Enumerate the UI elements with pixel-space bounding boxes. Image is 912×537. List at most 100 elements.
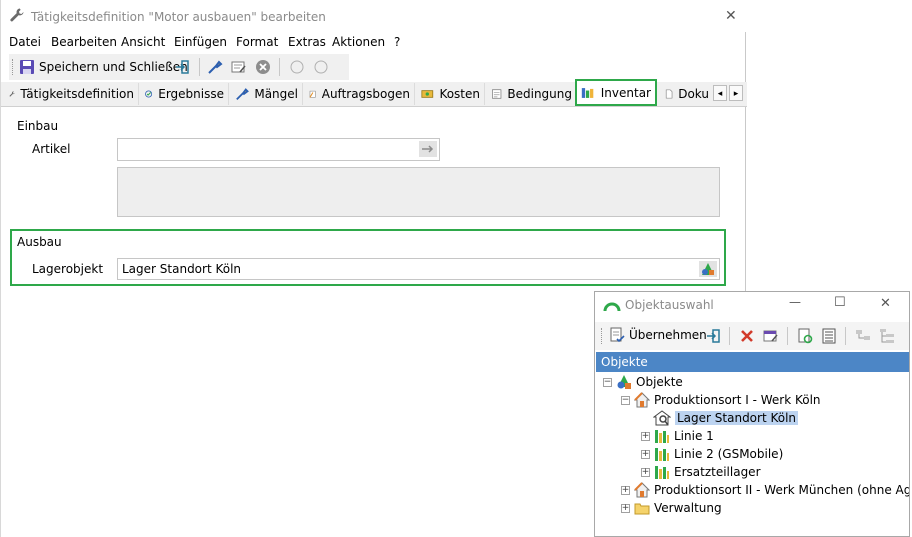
toolbar-separator <box>845 327 846 345</box>
tree-item-produktionsort-muenchen[interactable]: + Produktionsort II - Werk München (ohne… <box>621 481 909 499</box>
tab-doku[interactable]: Doku <box>661 83 713 105</box>
close-button[interactable]: ✕ <box>725 8 737 24</box>
tab-auftragsbogen[interactable]: Auftragsbogen <box>305 83 415 105</box>
tab-kosten[interactable]: Kosten <box>417 83 485 105</box>
toolbar-separator <box>279 58 280 76</box>
tab-maengel[interactable]: Mängel <box>231 83 303 105</box>
tab-scroll-right[interactable]: ▸ <box>729 85 743 101</box>
object-lookup-icon[interactable] <box>699 261 717 277</box>
delete-icon[interactable] <box>739 328 755 344</box>
toolbar-grip <box>601 328 602 344</box>
condition-icon <box>492 89 502 99</box>
circle-icon[interactable] <box>289 59 305 75</box>
tab-label: Mängel <box>254 87 298 101</box>
artikel-input[interactable] <box>117 138 440 161</box>
tools-icon[interactable] <box>207 59 223 75</box>
tab-label: Inventar <box>600 85 651 100</box>
folder-icon <box>634 503 650 515</box>
accept-document-icon <box>610 327 625 343</box>
tree-item-label: Produktionsort II - Werk München (ohne A… <box>654 483 909 497</box>
menu-ansicht[interactable]: Ansicht <box>121 35 165 49</box>
uebernehmen-label: Übernehmen <box>629 328 707 342</box>
collapse-toggle[interactable]: − <box>621 395 630 405</box>
expand-toggle[interactable]: + <box>621 485 630 495</box>
warehouse-location-icon <box>653 410 671 426</box>
exit-icon[interactable] <box>174 59 190 75</box>
lagerobjekt-input[interactable]: Lager Standort Köln <box>117 258 720 280</box>
objekte-header: Objekte <box>596 352 909 372</box>
menu-bar: Datei Bearbeiten Ansicht Einfügen Format… <box>1 33 747 53</box>
artikel-details-box <box>117 167 720 217</box>
artikel-label: Artikel <box>32 142 71 156</box>
production-line-icon <box>655 430 669 443</box>
tab-label: Auftragsbogen <box>321 87 410 101</box>
tab-label: Kosten <box>439 87 480 101</box>
expand-toggle[interactable]: + <box>641 449 650 459</box>
menu-help[interactable]: ? <box>394 35 400 49</box>
maximize-button[interactable]: ☐ <box>834 295 846 310</box>
tab-taetigkeitsdefinition[interactable]: Tätigkeitsdefinition <box>5 83 139 105</box>
tree-item-ersatzteillager[interactable]: + Ersatzteillager <box>641 463 761 481</box>
object-tree: − Objekte − Produktionsort I - Werk Köln <box>595 372 909 537</box>
tab-scroll-left[interactable]: ◂ <box>713 85 727 101</box>
collapse-tree-icon[interactable] <box>855 328 871 344</box>
tree-item-lager-standort-koeln[interactable]: Lager Standort Köln <box>653 409 799 427</box>
arc-icon <box>603 302 621 312</box>
popup-close-button[interactable]: ✕ <box>880 296 891 311</box>
menu-bearbeiten[interactable]: Bearbeiten <box>51 35 117 49</box>
tree-item-linie-1[interactable]: + Linie 1 <box>641 427 714 445</box>
tree-item-produktionsort-koeln[interactable]: − Produktionsort I - Werk Köln <box>621 391 821 409</box>
tab-inventar[interactable]: Inventar <box>575 79 657 106</box>
expand-tree-icon[interactable] <box>879 328 895 344</box>
toolbar-separator <box>729 327 730 345</box>
expand-toggle[interactable]: + <box>621 503 630 513</box>
save-close-label: Speichern und Schließen <box>39 60 188 74</box>
expand-toggle[interactable]: + <box>641 431 650 441</box>
tree-item-linie-2[interactable]: + Linie 2 (GSMobile) <box>641 445 783 463</box>
tab-ergebnisse[interactable]: Ergebnisse <box>141 83 229 105</box>
toolbar-grip <box>12 59 15 75</box>
money-icon <box>421 90 434 98</box>
uebernehmen-button[interactable]: Übernehmen <box>609 327 707 343</box>
collapse-toggle[interactable]: − <box>603 377 612 387</box>
tree-item-label: Linie 2 (GSMobile) <box>674 447 784 461</box>
menu-extras[interactable]: Extras <box>288 35 326 49</box>
save-close-button[interactable]: Speichern und Schließen <box>19 57 188 77</box>
popup-title: Objektauswahl <box>625 298 714 312</box>
menu-format[interactable]: Format <box>236 35 278 49</box>
objects-root-icon <box>617 375 631 389</box>
popup-toolbar: Übernehmen <box>595 322 909 350</box>
refresh-document-icon[interactable] <box>797 328 813 344</box>
title-bar: Tätigkeitsdefinition "Motor ausbauen" be… <box>1 0 747 32</box>
tree-item-label: Linie 1 <box>674 429 714 443</box>
circle-icon[interactable] <box>313 59 329 75</box>
list-view-icon[interactable] <box>821 328 837 344</box>
tree-item-objekte[interactable]: − Objekte <box>603 373 683 391</box>
exit-icon[interactable] <box>705 328 721 344</box>
minimize-button[interactable]: — <box>789 295 801 309</box>
house-icon <box>634 392 650 408</box>
tab-label: Bedingung <box>507 87 572 101</box>
edit-form-icon[interactable] <box>763 328 779 344</box>
tab-label: Tätigkeitsdefinition <box>20 87 134 101</box>
objektauswahl-window: Objektauswahl — ☐ ✕ Übernehmen Objekte −… <box>594 291 910 537</box>
lookup-icon[interactable] <box>419 141 437 157</box>
ausbau-heading: Ausbau <box>17 235 62 249</box>
menu-einfuegen[interactable]: Einfügen <box>174 35 227 49</box>
delete-circle-icon[interactable] <box>255 59 271 75</box>
tab-bedingung[interactable]: Bedingung <box>487 83 577 105</box>
menu-datei[interactable]: Datei <box>9 35 41 49</box>
results-icon <box>145 90 153 98</box>
tab-bar: Tätigkeitsdefinition Ergebnisse Mängel A… <box>1 79 747 107</box>
tab-label: Doku <box>678 87 709 101</box>
tree-item-label: Objekte <box>636 375 683 389</box>
expand-toggle[interactable]: + <box>641 467 650 477</box>
inventory-icon <box>581 87 594 98</box>
tree-item-verwaltung[interactable]: + Verwaltung <box>621 499 722 517</box>
tree-item-label: Verwaltung <box>654 501 722 515</box>
menu-aktionen[interactable]: Aktionen <box>332 35 385 49</box>
edit-form-icon[interactable] <box>231 59 247 75</box>
lagerobjekt-value: Lager Standort Köln <box>122 262 242 276</box>
tree-item-label: Ersatzteillager <box>674 465 761 479</box>
einbau-heading: Einbau <box>17 119 59 133</box>
